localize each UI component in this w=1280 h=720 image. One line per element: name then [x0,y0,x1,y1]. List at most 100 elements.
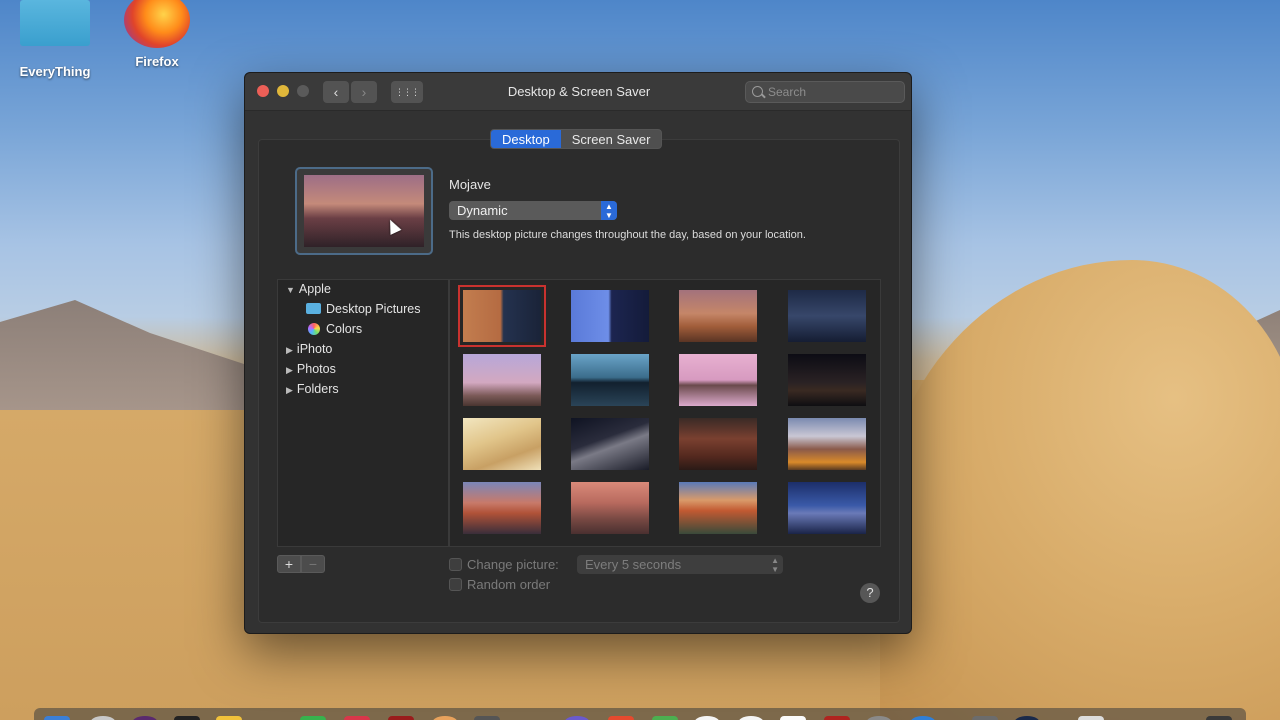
sidebar-item-colors[interactable]: Colors [308,322,362,336]
mountain-left [0,300,250,410]
remove-folder-button[interactable]: − [301,555,325,573]
disclosure-down-icon[interactable]: ▼ [286,285,295,295]
sidebar-item-iphoto[interactable]: ▶ iPhoto [286,342,332,356]
wallpaper-thumbnail[interactable] [679,418,757,470]
wallpaper-description: This desktop picture changes throughout … [449,229,806,241]
change-picture-label: Change picture: [467,557,559,572]
wallpaper-mode-select[interactable]: Dynamic ▲ ▼ [449,201,617,220]
dock-app-icon[interactable] [90,716,116,720]
search-placeholder: Search [768,85,807,99]
wallpaper-thumbnail[interactable] [788,354,866,406]
folder-icon [306,303,321,314]
wallpaper-thumbnail[interactable] [571,290,649,342]
chevron-right-icon: › [361,84,367,100]
change-picture-checkbox[interactable] [449,558,462,571]
desktop-icon-everything[interactable]: EveryThing [0,0,110,79]
search-icon [752,86,763,97]
sidebar-item-label: Photos [296,362,336,376]
search-field[interactable]: Search [745,81,905,103]
sidebar-item-label: Apple [298,282,331,296]
random-order-label: Random order [467,577,551,592]
show-all-button[interactable]: ⋮⋮⋮ [391,81,423,103]
dock-app-icon[interactable] [780,716,806,720]
color-wheel-icon [308,323,320,335]
grid-icon: ⋮⋮⋮ [395,86,420,97]
wallpaper-thumbnail[interactable] [679,354,757,406]
help-button[interactable]: ? [860,583,880,603]
desktop-icon-label: EveryThing [19,64,91,79]
sidebar-item-apple[interactable]: ▼ Apple [286,282,331,296]
sidebar-item-label: Colors [326,322,363,336]
dock-app-icon[interactable] [300,716,326,720]
dock-app-icon[interactable] [432,716,458,720]
firefox-icon [124,0,190,48]
wallpaper-preview[interactable] [295,167,433,255]
dock-trash-icon[interactable] [1206,716,1232,720]
dock-app-icon[interactable] [388,716,414,720]
wallpaper-thumbnail[interactable] [571,418,649,470]
dock-app-icon[interactable] [652,716,678,720]
disclosure-right-icon[interactable]: ▶ [286,385,293,395]
tab-bar: Desktop Screen Saver [490,129,663,149]
wallpaper-thumbnail[interactable] [679,482,757,534]
sand-dune [880,260,1280,720]
dock-app-icon[interactable] [174,716,200,720]
dock [34,708,1246,720]
interval-value: Every 5 seconds [585,557,682,572]
forward-button[interactable]: › [351,81,377,103]
dock-app-icon[interactable] [694,716,720,720]
desktop-icon-label: Firefox [135,54,179,69]
zoom-button[interactable] [297,85,309,97]
folder-icon [20,0,90,46]
dock-app-icon[interactable] [866,716,892,720]
chevron-updown-icon: ▲ ▼ [771,556,779,574]
dock-app-icon[interactable] [474,716,500,720]
tab-desktop[interactable]: Desktop [491,130,561,148]
wallpaper-thumbnail[interactable] [571,354,649,406]
chevron-left-icon: ‹ [333,84,339,100]
window-title: Desktop & Screen Saver [507,84,651,99]
dock-app-icon[interactable] [972,716,998,720]
close-button[interactable] [257,85,269,97]
dock-app-icon[interactable] [910,716,936,720]
dock-app-icon[interactable] [564,716,590,720]
sidebar-item-folders[interactable]: ▶ Folders [286,382,339,396]
wallpaper-thumbnail[interactable] [788,290,866,342]
tab-screen-saver[interactable]: Screen Saver [561,130,662,148]
sidebar-item-label: Desktop Pictures [326,302,421,316]
dock-app-icon[interactable] [608,716,634,720]
dock-app-icon[interactable] [216,716,242,720]
dock-app-icon[interactable] [132,716,158,720]
title-bar[interactable]: ‹ › ⋮⋮⋮ Desktop & Screen Saver Search [245,73,911,111]
wallpaper-thumbnail[interactable] [458,285,546,347]
desktop-icon-firefox[interactable]: Firefox [102,0,212,69]
wallpaper-grid [449,279,881,547]
wallpaper-thumbnail[interactable] [571,482,649,534]
wallpaper-name: Mojave [449,177,491,192]
sidebar-item-photos[interactable]: ▶ Photos [286,362,336,376]
wallpaper-thumbnail[interactable] [463,354,541,406]
wallpaper-mode-value: Dynamic [457,203,508,218]
interval-select[interactable]: Every 5 seconds ▲ ▼ [577,555,783,574]
back-button[interactable]: ‹ [323,81,349,103]
wallpaper-thumbnail[interactable] [788,482,866,534]
chevron-updown-icon: ▲ ▼ [601,201,617,220]
dock-app-icon[interactable] [44,716,70,720]
dock-app-icon[interactable] [1014,716,1040,720]
add-folder-button[interactable]: + [277,555,301,573]
wallpaper-thumbnail[interactable] [463,418,541,470]
disclosure-right-icon[interactable]: ▶ [286,365,293,375]
dock-app-icon[interactable] [824,716,850,720]
source-list: ▼ Apple Desktop Pictures Colors ▶ iPhoto ▶… [277,279,449,547]
dock-app-icon[interactable] [344,716,370,720]
dock-app-icon[interactable] [1078,716,1104,720]
sidebar-item-desktop-pictures[interactable]: Desktop Pictures [306,302,420,316]
dock-app-icon[interactable] [738,716,764,720]
disclosure-right-icon[interactable]: ▶ [286,345,293,355]
random-order-checkbox[interactable] [449,578,462,591]
minimize-button[interactable] [277,85,289,97]
wallpaper-thumbnail[interactable] [463,482,541,534]
wallpaper-thumbnail[interactable] [788,418,866,470]
sidebar-item-label: Folders [296,382,339,396]
wallpaper-thumbnail[interactable] [679,290,757,342]
